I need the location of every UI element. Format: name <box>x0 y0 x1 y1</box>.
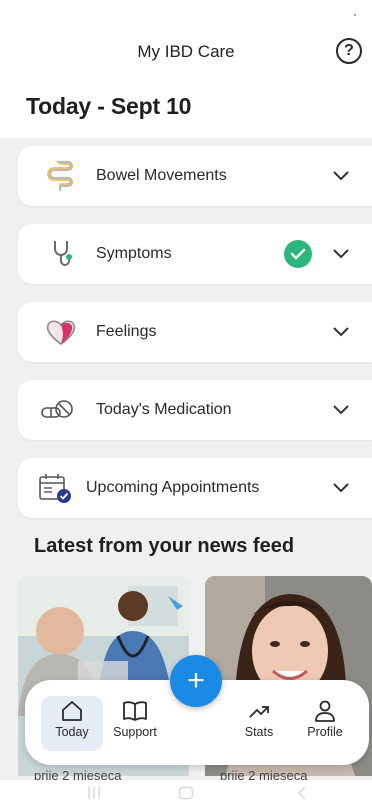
home-icon <box>62 701 82 721</box>
app-title: My IBD Care <box>137 42 235 61</box>
recent-apps-icon[interactable] <box>86 786 102 800</box>
system-nav-bar <box>0 780 372 805</box>
chevron-down-icon[interactable] <box>332 168 350 182</box>
chevron-down-icon[interactable] <box>332 246 350 260</box>
card-todays-medication[interactable]: Today's Medication <box>18 380 372 440</box>
card-label: Today's Medication <box>96 401 232 418</box>
pills-icon <box>41 400 73 418</box>
help-circle-icon[interactable]: ? <box>336 38 362 64</box>
chevron-down-icon[interactable] <box>332 402 350 416</box>
intestine-icon <box>47 160 74 192</box>
nav-item-stats[interactable]: Stats <box>237 696 281 751</box>
book-icon <box>123 701 147 721</box>
nav-label: Support <box>113 725 157 739</box>
card-bowel-movements[interactable]: Bowel Movements <box>18 146 372 206</box>
card-upcoming-appointments[interactable]: Upcoming Appointments <box>18 458 372 518</box>
card-label: Bowel Movements <box>96 167 227 184</box>
stethoscope-icon <box>54 241 72 266</box>
person-icon <box>315 700 335 722</box>
card-feelings[interactable]: Feelings <box>18 302 372 362</box>
back-icon[interactable] <box>296 786 308 800</box>
status-indicator <box>354 14 356 16</box>
chevron-down-icon[interactable] <box>332 480 350 494</box>
nav-label: Today <box>55 725 89 739</box>
card-symptoms[interactable]: Symptoms <box>18 224 372 284</box>
card-label: Feelings <box>96 323 157 340</box>
calendar-check-icon <box>39 474 71 503</box>
nav-label: Stats <box>244 725 274 739</box>
heart-icon <box>46 320 76 345</box>
page-title: Today - Sept 10 <box>26 93 192 119</box>
status-bar <box>0 0 372 28</box>
card-label: Upcoming Appointments <box>86 479 260 496</box>
add-entry-button[interactable]: + <box>170 655 222 707</box>
nav-item-profile[interactable]: Profile <box>297 696 353 751</box>
news-feed-title: Latest from your news feed <box>34 535 295 557</box>
chevron-down-icon[interactable] <box>332 324 350 338</box>
app-header: My IBD Care ? <box>0 30 372 72</box>
home-button-icon[interactable] <box>178 786 194 800</box>
completed-check-icon <box>284 240 312 268</box>
nav-item-support[interactable]: Support <box>107 696 163 751</box>
card-label: Symptoms <box>96 245 172 262</box>
nav-item-today[interactable]: Today <box>41 696 103 751</box>
trending-up-icon <box>249 706 269 718</box>
nav-label: Profile <box>307 725 343 739</box>
